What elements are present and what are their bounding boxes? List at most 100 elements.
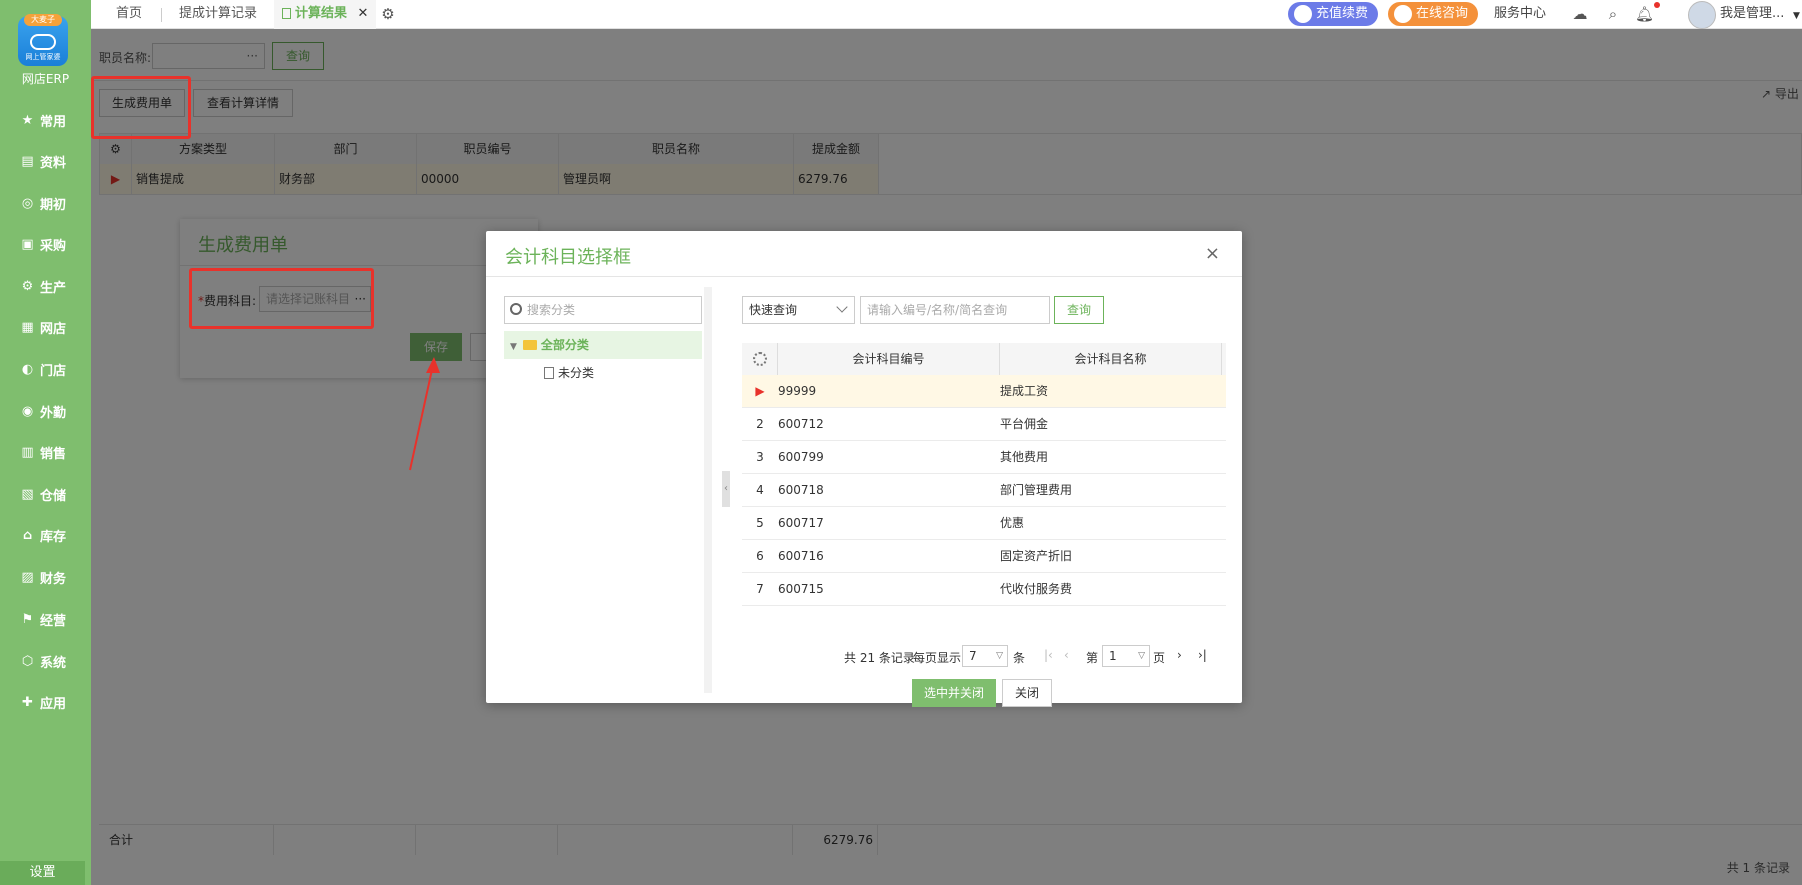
sidebar-item-mendian[interactable]: ◐ 门店 (0, 354, 91, 384)
sidebar-item-label: 系统 (40, 655, 67, 671)
chevron-down-icon: ▽ (1138, 651, 1145, 661)
highlight-expense-field (189, 268, 374, 329)
table-row[interactable]: 4 600718 部门管理费用 (742, 474, 1226, 507)
system-icon: ⬡ (21, 653, 34, 669)
account-search-input[interactable]: 请输入编号/名称/简名查询 (860, 296, 1050, 324)
target-icon: ◎ (21, 195, 34, 211)
sidebar-item-cangchu[interactable]: ▧ 仓储 (0, 479, 91, 509)
plus-icon: ✚ (22, 694, 33, 710)
file-icon (544, 367, 554, 379)
close-icon[interactable]: × (1205, 243, 1220, 264)
select-and-close-button[interactable]: 选中并关闭 (912, 679, 996, 707)
sidebar-item-waiqin[interactable]: ◉ 外勤 (0, 396, 91, 426)
gear-icon: ⚙ (21, 278, 34, 294)
bell-icon[interactable]: 🔔︎ (1635, 5, 1654, 23)
sidebar-item-label: 外勤 (40, 405, 67, 421)
quick-query-select[interactable]: 快速查询 (742, 296, 855, 324)
per-page-unit: 条 (1013, 651, 1026, 665)
placeholder: 搜索分类 (527, 303, 576, 317)
cloud-download-icon[interactable]: ☁ (1571, 5, 1589, 23)
app-logo[interactable]: 大麦子 网上管家婆 (18, 14, 68, 66)
close-icon[interactable]: ✕ (358, 6, 369, 21)
gear-icon[interactable]: ⚙ (379, 5, 397, 23)
avatar[interactable] (1688, 1, 1716, 29)
app-root: 大麦子 网上管家婆 网店ERP ★ 常用 ▤ 资料 ◎ 期初 ▣ 采购 ⚙ 生产 ▦ 网店 … (0, 0, 1802, 885)
page-suffix: 页 (1153, 651, 1166, 665)
header-account-code[interactable]: 会计科目编号 (778, 343, 1000, 375)
cell-account-name: 代收付服务费 (1000, 582, 1073, 596)
sidebar-item-caiwu[interactable]: ▨ 财务 (0, 562, 91, 592)
sidebar-item-xiaoshou[interactable]: ▥ 销售 (0, 437, 91, 467)
sidebar-item-jingying[interactable]: ⚑ 经营 (0, 604, 91, 634)
account-search-button[interactable]: 查询 (1054, 296, 1104, 324)
tree-node-uncategorized[interactable]: 未分类 (544, 359, 594, 387)
document-icon: ▤ (21, 153, 34, 169)
table-row[interactable]: 7 600715 代收付服务费 (742, 573, 1226, 606)
bar-chart-icon: ▥ (21, 444, 34, 460)
recharge-button[interactable]: 充值续费 (1288, 2, 1379, 26)
sidebar-item-label: 财务 (40, 571, 67, 587)
total-records: 共 21 条记录 (844, 651, 915, 665)
sidebar-item-shengchan[interactable]: ⚙ 生产 (0, 271, 91, 301)
collapse-handle[interactable]: ‹ (722, 471, 730, 507)
search-icon[interactable]: ⌕ (1604, 5, 1622, 23)
online-consult-button[interactable]: 在线咨询 (1388, 2, 1479, 26)
last-page-icon[interactable]: ›| (1198, 648, 1207, 662)
service-center-link[interactable]: 服务中心 (1494, 0, 1546, 29)
modal-header: 会计科目选择框 × (486, 231, 1242, 277)
sidebar-item-kucun[interactable]: ⌂ 库存 (0, 520, 91, 550)
user-name[interactable]: 我是管理... (1720, 0, 1784, 29)
highlight-generate-button (91, 76, 191, 139)
select-value: 快速查询 (749, 303, 798, 317)
sidebar-item-wangdian[interactable]: ▦ 网店 (0, 312, 91, 342)
tree-node-all[interactable]: ▼ 全部分类 (504, 331, 702, 359)
tab-home[interactable]: 首页 (116, 0, 142, 29)
sidebar-item-changyong[interactable]: ★ 常用 (0, 105, 91, 135)
top-bar: 首页 提成计算记录 计算结果 ✕ ⚙ 充值续费 在线咨询 服务中心 ☁ ⌕ 🔔︎… (91, 0, 1802, 29)
row-pointer-icon: ▶ (755, 384, 765, 398)
gear-icon[interactable] (742, 343, 778, 375)
sidebar-item-ziliao[interactable]: ▤ 资料 (0, 146, 91, 176)
cell-account-code: 600715 (778, 582, 824, 596)
cell-account-code: 99999 (778, 384, 817, 398)
sidebar-item-label: 经营 (40, 613, 67, 629)
select-value: 1 (1109, 649, 1117, 663)
sidebar-item-xitong[interactable]: ⬡ 系统 (0, 646, 91, 676)
sidebar-item-label: 应用 (40, 696, 67, 712)
sidebar-item-caigou[interactable]: ▣ 采购 (0, 229, 91, 259)
close-button[interactable]: 关闭 (1002, 679, 1052, 707)
next-page-icon[interactable]: › (1177, 648, 1182, 662)
cell-account-code: 600718 (778, 483, 824, 497)
sidebar-item-label: 常用 (40, 114, 67, 130)
table-row[interactable]: 3 600799 其他费用 (742, 441, 1226, 474)
tab-commission-records[interactable]: 提成计算记录 (179, 0, 257, 29)
settings-button[interactable]: 设置 (0, 861, 85, 885)
app-name: 网店ERP (21, 72, 70, 86)
sidebar-item-qichu[interactable]: ◎ 期初 (0, 188, 91, 218)
tab-calc-result[interactable]: 计算结果 ✕ (274, 0, 377, 29)
shop-icon: ▦ (21, 319, 34, 335)
first-page-icon[interactable]: |‹ (1044, 648, 1053, 662)
sidebar-item-yingyong[interactable]: ✚ 应用 (0, 687, 91, 717)
prev-page-icon[interactable]: ‹ (1064, 648, 1069, 662)
account-select-modal: 会计科目选择框 × 搜索分类 ▼ 全部分类 未分类 ‹ 快速查询 请输入编号/名称… (486, 231, 1242, 707)
table-row[interactable]: ▶ 99999 提成工资 (742, 375, 1226, 408)
sidebar: 大麦子 网上管家婆 网店ERP ★ 常用 ▤ 资料 ◎ 期初 ▣ 采购 ⚙ 生产 ▦ 网店 … (0, 0, 91, 885)
per-page-select[interactable]: 7 ▽ (962, 645, 1008, 667)
purchase-icon: ▣ (21, 236, 34, 252)
table-row[interactable]: 2 600712 平台佣金 (742, 408, 1226, 441)
caret-down-icon[interactable]: ▼ (510, 342, 517, 352)
file-icon (282, 8, 291, 19)
tree-search-input[interactable]: 搜索分类 (504, 296, 702, 324)
tree-scrollbar[interactable] (704, 287, 712, 693)
annotation-arrow (409, 357, 440, 471)
page-select[interactable]: 1 ▽ (1102, 645, 1150, 667)
header-account-name[interactable]: 会计科目名称 (1000, 343, 1222, 375)
store-icon: ◐ (21, 361, 34, 377)
cell-account-code: 600799 (778, 450, 824, 464)
table-row[interactable]: 6 600716 固定资产折旧 (742, 540, 1226, 573)
chevron-down-icon[interactable]: ▼ (1793, 11, 1800, 21)
table-row[interactable]: 5 600717 优惠 (742, 507, 1226, 540)
modal-title: 会计科目选择框 (505, 247, 631, 268)
gear-shape (752, 352, 767, 366)
